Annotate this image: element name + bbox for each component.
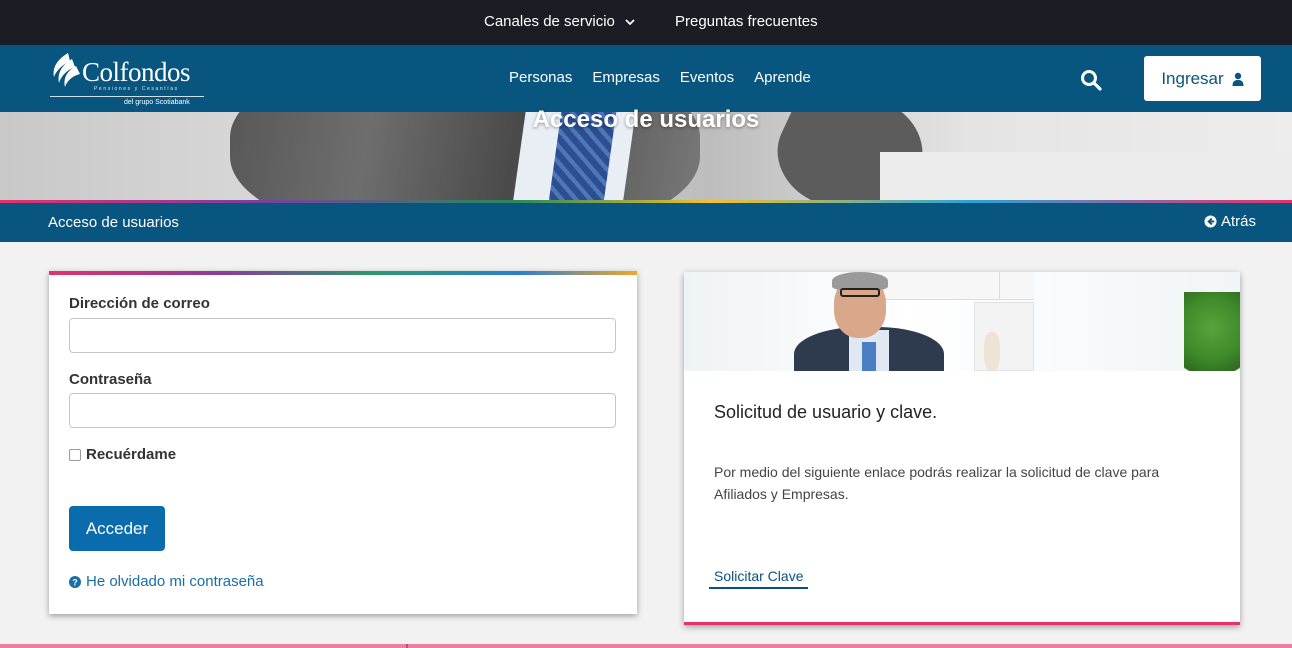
remember-me[interactable]: Recuérdame [69,446,176,463]
office-photo [684,272,1240,371]
canales-label: Canales de servicio [484,13,615,30]
colfondos-logo[interactable]: Colfondos Pensiones y Cesantías del grup… [48,49,208,109]
atras-label: Atrás [1221,213,1257,230]
acceder-button[interactable]: Acceder [69,506,165,551]
ingresar-button[interactable]: Ingresar [1144,56,1261,101]
password-label: Contraseña [69,371,152,388]
arrow-left-circle-icon [1204,215,1217,228]
colfondos-logo-icon [53,53,80,87]
nav-aprende[interactable]: Aprende [754,69,811,86]
solicitud-text: Por medio del siguiente enlace podrás re… [714,464,1160,502]
chevron-down-icon [625,18,635,25]
remember-label: Recuérdame [86,446,177,463]
breadcrumb-current: Acceso de usuarios [48,214,179,231]
top-utility-bar: Canales de servicio Preguntas frecuentes [0,0,1292,45]
logo-tagline: Pensiones y Cesantías [94,86,179,92]
office-plant [1184,292,1240,371]
nav-empresas[interactable]: Empresas [592,69,660,86]
forgot-password-link[interactable]: ? He olvidado mi contraseña [69,573,264,590]
remember-checkbox[interactable] [69,448,81,461]
search-icon[interactable] [1079,68,1103,92]
ingresar-label: Ingresar [1161,68,1224,88]
logo-name: Colfondos [82,57,191,87]
login-card: Dirección de correo Contraseña Recuérdam… [49,271,637,614]
footer-strip-divider [406,644,408,648]
question-circle-icon: ? [69,575,81,588]
nav-eventos[interactable]: Eventos [680,69,734,86]
user-icon [1232,72,1244,86]
main-nav: Personas Empresas Eventos Aprende [509,69,811,86]
hero-monitor-image [880,152,1292,200]
breadcrumb-bar: Acceso de usuarios Atrás [0,200,1292,242]
email-field[interactable] [69,318,616,353]
office-shelf-divider [999,272,1039,300]
password-field[interactable] [69,393,616,428]
page-title: Acceso de usuarios [532,106,760,133]
footer-strip [0,644,1292,648]
svg-text:?: ? [72,577,78,587]
office-cabinet [974,302,1034,371]
man-tie [862,342,876,371]
solicitar-clave-link[interactable]: Solicitar Clave [709,568,809,589]
rainbow-divider [0,200,1292,203]
solicitud-title: Solicitud de usuario y clave. [714,402,938,422]
solicitud-card: Solicitud de usuario y clave. Por medio … [684,272,1240,625]
email-label: Dirección de correo [69,295,210,312]
faq-label: Preguntas frecuentes [675,13,818,30]
logo-divider [50,96,204,97]
man-glasses [840,288,880,297]
forgot-password-label: He olvidado mi contraseña [86,573,264,590]
canales-de-servicio-dropdown[interactable]: Canales de servicio [484,13,637,30]
office-lamp [984,332,1000,371]
nav-personas[interactable]: Personas [509,69,572,86]
login-card-accent [49,271,637,275]
logo-subtitle: del grupo Scotiabank [124,99,190,106]
main-header: Colfondos Pensiones y Cesantías del grup… [0,45,1292,112]
atras-link[interactable]: Atrás [1204,213,1256,230]
solicitud-card-accent [684,622,1240,625]
preguntas-frecuentes-link[interactable]: Preguntas frecuentes [675,13,818,30]
